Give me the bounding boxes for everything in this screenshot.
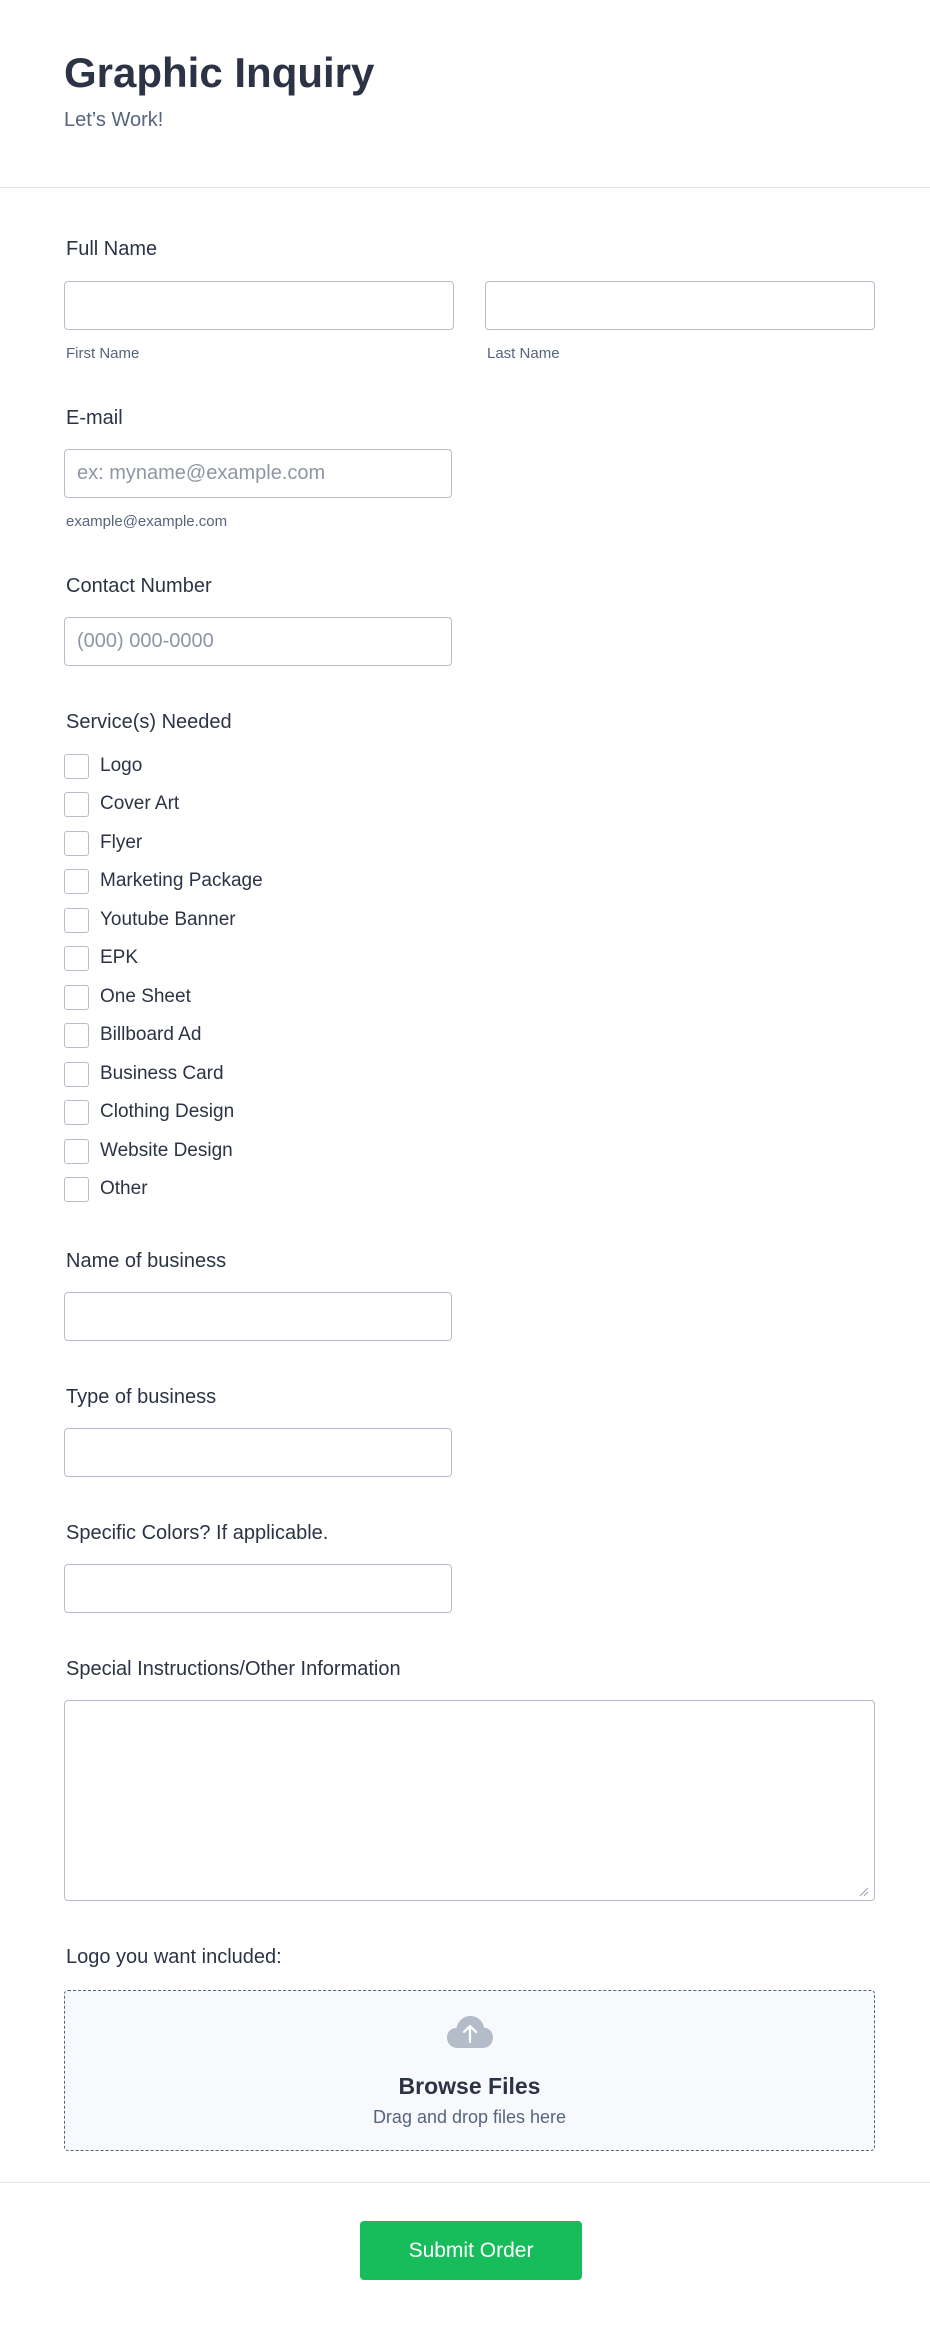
form-title: Graphic Inquiry [64, 49, 375, 96]
email-label: E-mail [66, 407, 123, 429]
checkbox[interactable] [64, 984, 89, 1010]
form-header: Graphic Inquiry Let’s Work! [0, 0, 930, 188]
checkbox-label: Marketing Package [100, 870, 263, 891]
contact-number-input[interactable] [64, 617, 452, 666]
business-name-input[interactable] [64, 1292, 452, 1341]
checkbox[interactable] [64, 1061, 89, 1087]
checkbox[interactable] [64, 1022, 89, 1048]
service-option-clothing-design[interactable]: Clothing Design [64, 1099, 234, 1125]
instructions-textarea[interactable] [64, 1700, 875, 1901]
service-option-billboard-ad[interactable]: Billboard Ad [64, 1022, 201, 1048]
resize-grip-icon[interactable] [859, 1887, 869, 1897]
drag-drop-hint: Drag and drop files here [372, 2107, 567, 2127]
service-option-logo[interactable]: Logo [64, 753, 142, 779]
checkbox-label: Flyer [100, 832, 143, 853]
business-name-label: Name of business [66, 1250, 227, 1272]
colors-input[interactable] [64, 1564, 452, 1613]
email-sublabel: example@example.com [66, 513, 228, 530]
service-option-flyer[interactable]: Flyer [64, 830, 142, 856]
checkbox[interactable] [64, 868, 89, 894]
email-input[interactable] [64, 449, 452, 498]
full-name-label: Full Name [66, 238, 158, 260]
checkbox-label: One Sheet [100, 986, 191, 1007]
checkbox-label: Billboard Ad [100, 1024, 202, 1045]
footer-divider [0, 2182, 930, 2183]
service-option-marketing-package[interactable]: Marketing Package [64, 868, 263, 894]
checkbox[interactable] [64, 1176, 89, 1202]
cloud-upload-icon [447, 2016, 493, 2048]
file-upload-dropzone[interactable]: Browse Files Drag and drop files here [64, 1990, 875, 2151]
form-subtitle: Let’s Work! [64, 109, 164, 131]
checkbox-label: Other [100, 1178, 148, 1199]
checkbox-label: EPK [100, 947, 139, 968]
instructions-wrapper [64, 1700, 875, 1901]
checkbox-label: Logo [100, 755, 143, 776]
first-name-sublabel: First Name [66, 345, 140, 362]
browse-files-label[interactable]: Browse Files [65, 2073, 874, 2100]
colors-label: Specific Colors? If applicable. [66, 1522, 329, 1544]
upload-label: Logo you want included: [66, 1946, 282, 1968]
checkbox[interactable] [64, 1099, 89, 1125]
business-type-input[interactable] [64, 1428, 452, 1477]
service-option-youtube-banner[interactable]: Youtube Banner [64, 907, 236, 933]
last-name-input[interactable] [485, 281, 875, 330]
service-option-website-design[interactable]: Website Design [64, 1138, 233, 1164]
service-option-other[interactable]: Other [64, 1176, 148, 1202]
service-option-one-sheet[interactable]: One Sheet [64, 984, 191, 1010]
submit-order-button[interactable]: Submit Order [360, 2221, 582, 2280]
checkbox[interactable] [64, 945, 89, 971]
services-label: Service(s) Needed [66, 711, 232, 733]
checkbox-label: Cover Art [100, 793, 180, 814]
checkbox-label: Business Card [100, 1063, 224, 1084]
checkbox-label: Clothing Design [100, 1101, 235, 1122]
service-option-business-card[interactable]: Business Card [64, 1061, 224, 1087]
checkbox[interactable] [64, 791, 89, 817]
last-name-sublabel: Last Name [487, 345, 560, 362]
contact-number-label: Contact Number [66, 575, 212, 597]
business-type-label: Type of business [66, 1386, 217, 1408]
checkbox-label: Youtube Banner [100, 909, 236, 930]
service-option-epk[interactable]: EPK [64, 945, 138, 971]
checkbox[interactable] [64, 1138, 89, 1164]
checkbox-label: Website Design [100, 1140, 233, 1161]
checkbox[interactable] [64, 830, 89, 856]
service-option-cover-art[interactable]: Cover Art [64, 791, 179, 817]
instructions-label: Special Instructions/Other Information [66, 1658, 401, 1680]
checkbox[interactable] [64, 753, 89, 779]
first-name-input[interactable] [64, 281, 454, 330]
checkbox[interactable] [64, 907, 89, 933]
